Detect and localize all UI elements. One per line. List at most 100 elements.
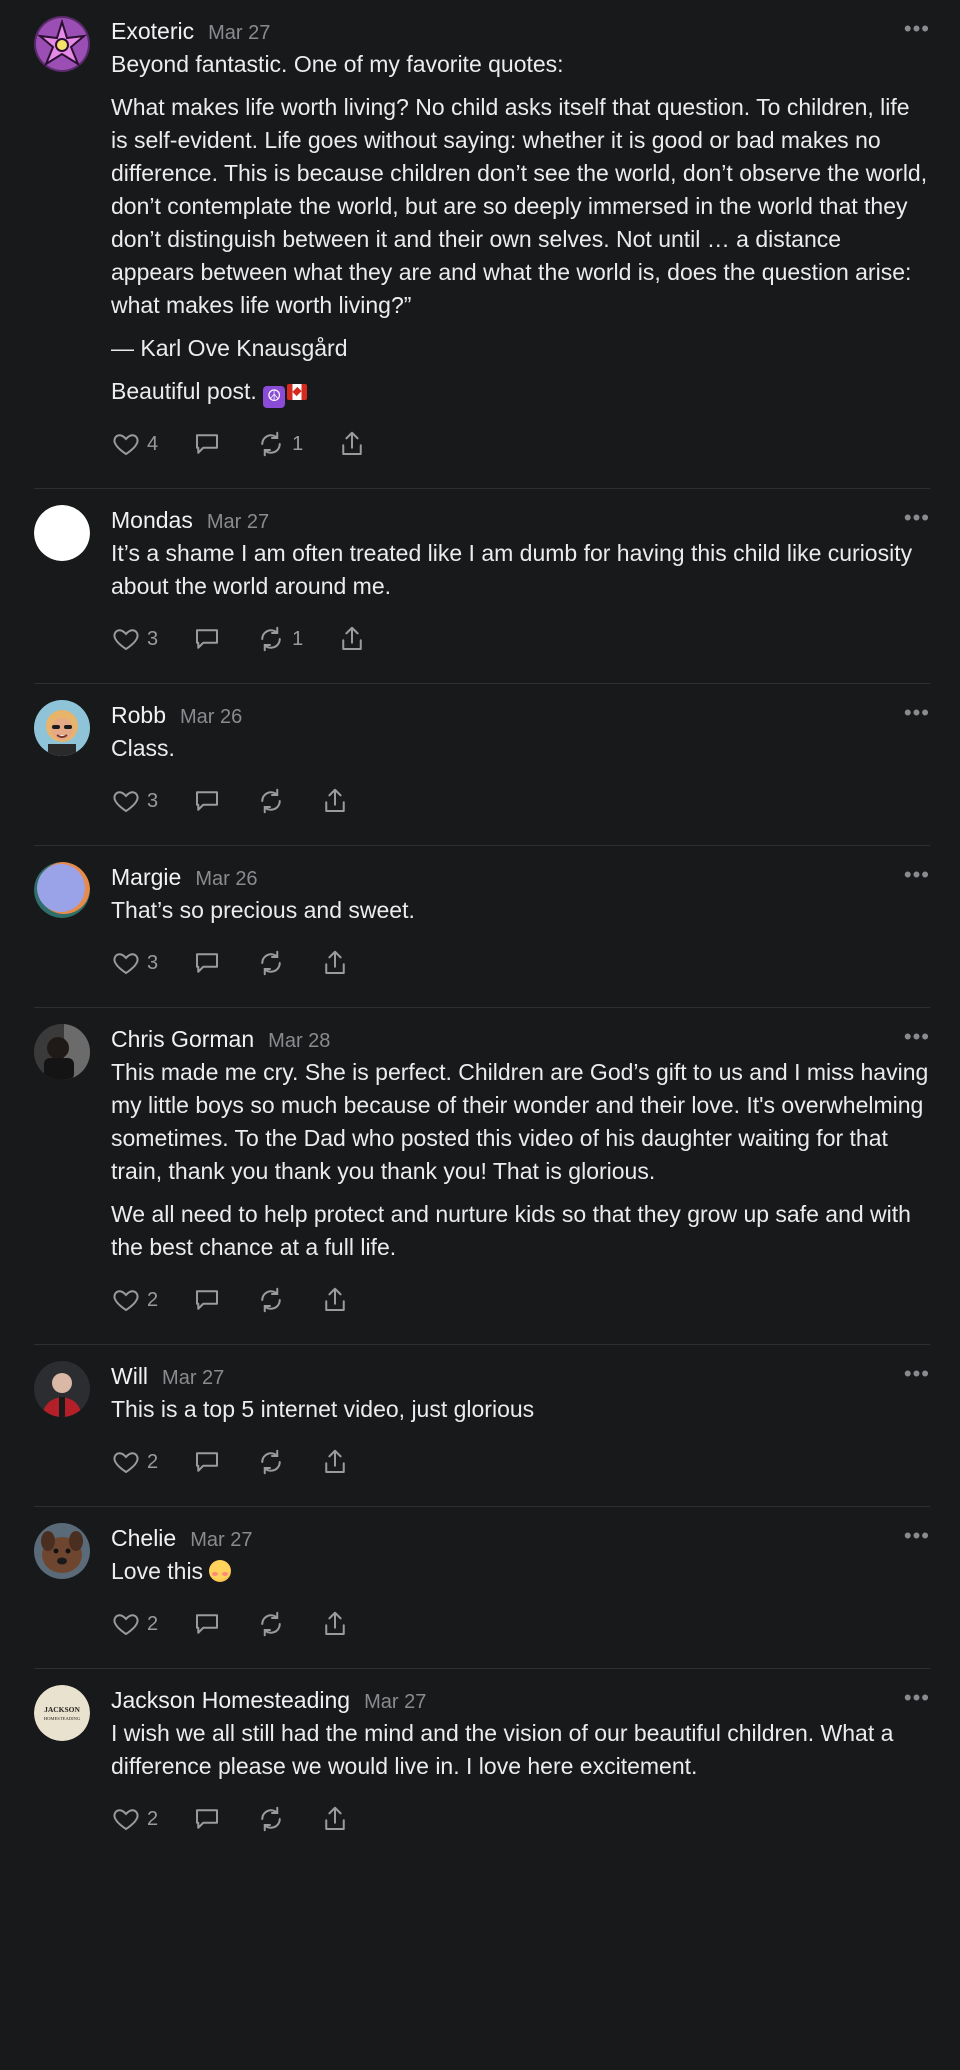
- smiling-hearts-emoji-icon: [209, 1560, 232, 1582]
- share-icon: [325, 788, 345, 812]
- like-count: 3: [147, 789, 159, 812]
- avatar[interactable]: [34, 16, 90, 72]
- share-icon: [325, 1611, 345, 1635]
- more-options-button[interactable]: •••: [904, 1523, 930, 1553]
- comment-date[interactable]: Mar 27: [364, 1687, 426, 1717]
- more-options-button[interactable]: •••: [904, 1685, 930, 1715]
- comment: ••• Chris Gorman Mar 28 This made me cry…: [34, 1008, 930, 1345]
- reply-button[interactable]: [192, 429, 222, 459]
- comment-date[interactable]: Mar 27: [207, 507, 269, 537]
- comments-feed: ••• Exoteric Mar 27 Beyond fantastic. On…: [0, 0, 960, 1863]
- pink-star-avatar-icon: [34, 16, 90, 72]
- avatar[interactable]: JACKSON HOMESTEADING: [34, 1685, 90, 1741]
- comment-date[interactable]: Mar 26: [195, 864, 257, 894]
- restack-button[interactable]: [256, 948, 286, 978]
- more-options-button[interactable]: •••: [904, 700, 930, 730]
- more-options-button[interactable]: •••: [904, 505, 930, 535]
- share-icon: [342, 431, 362, 455]
- like-button[interactable]: 2: [111, 1609, 158, 1639]
- like-button[interactable]: 2: [111, 1447, 158, 1477]
- svg-text:HOMESTEADING: HOMESTEADING: [44, 1716, 81, 1721]
- comment: JACKSON HOMESTEADING ••• Jackson Homeste…: [34, 1669, 930, 1863]
- more-options-button[interactable]: •••: [904, 862, 930, 892]
- restack-button[interactable]: [256, 1804, 286, 1834]
- comment: ••• Chelie Mar 27 Love this 2: [34, 1507, 930, 1669]
- restack-button[interactable]: [256, 1447, 286, 1477]
- share-icon: [325, 1806, 345, 1830]
- like-button[interactable]: 2: [111, 1285, 158, 1315]
- comment-bubble-icon: [196, 434, 219, 454]
- more-options-button[interactable]: •••: [904, 16, 930, 46]
- share-button[interactable]: [320, 786, 350, 816]
- share-icon: [325, 950, 345, 974]
- comment-text: Beyond fantastic. One of my favorite quo…: [111, 51, 564, 77]
- share-button[interactable]: [337, 624, 367, 654]
- restack-button[interactable]: [256, 1285, 286, 1315]
- comment-actions: 2: [111, 1799, 930, 1839]
- like-button[interactable]: 3: [111, 786, 158, 816]
- comment-text: Love this: [111, 1555, 930, 1588]
- reply-button[interactable]: [192, 1447, 222, 1477]
- comment: ••• Margie Mar 26 That’s so precious and…: [34, 846, 930, 1008]
- heart-icon: [113, 629, 139, 651]
- share-button[interactable]: [337, 429, 367, 459]
- comment-text: We all need to help protect and nurture …: [111, 1201, 911, 1260]
- more-options-button[interactable]: •••: [904, 1361, 930, 1391]
- avatar[interactable]: [34, 1361, 90, 1417]
- restack-count: 1: [292, 627, 304, 650]
- share-button[interactable]: [320, 1447, 350, 1477]
- reply-button[interactable]: [192, 1285, 222, 1315]
- share-button[interactable]: [320, 1609, 350, 1639]
- jackson-homesteading-logo-icon: JACKSON HOMESTEADING: [34, 1685, 90, 1741]
- reply-button[interactable]: [192, 786, 222, 816]
- author-name[interactable]: Chelie: [111, 1523, 176, 1553]
- comment-text: This made me cry. She is perfect. Childr…: [111, 1059, 929, 1184]
- heart-icon: [113, 1452, 139, 1474]
- comment-actions: 2: [111, 1604, 930, 1644]
- reply-button[interactable]: [192, 1804, 222, 1834]
- comment-bubble-icon: [196, 953, 219, 973]
- like-button[interactable]: 3: [111, 624, 158, 654]
- comment-actions: 2: [111, 1442, 930, 1482]
- comment-date[interactable]: Mar 27: [162, 1363, 224, 1393]
- comment-date[interactable]: Mar 27: [208, 18, 270, 48]
- like-count: 4: [147, 432, 159, 455]
- more-options-button[interactable]: •••: [904, 1024, 930, 1054]
- restack-button[interactable]: 1: [256, 624, 303, 654]
- comment-date[interactable]: Mar 28: [268, 1026, 330, 1056]
- comment-date[interactable]: Mar 27: [190, 1525, 252, 1555]
- gradient-blob-avatar-icon: [34, 862, 90, 918]
- comment: ••• Exoteric Mar 27 Beyond fantastic. On…: [34, 0, 930, 489]
- restack-button[interactable]: [256, 786, 286, 816]
- author-name[interactable]: Mondas: [111, 505, 193, 535]
- like-button[interactable]: 2: [111, 1804, 158, 1834]
- comment: ••• Robb Mar 26 Class. 3: [34, 684, 930, 846]
- comment-actions: 3 1: [111, 619, 930, 659]
- avatar[interactable]: [34, 862, 90, 918]
- reply-button[interactable]: [192, 1609, 222, 1639]
- share-icon: [325, 1287, 345, 1311]
- restack-button[interactable]: [256, 1609, 286, 1639]
- author-name[interactable]: Margie: [111, 862, 181, 892]
- like-button[interactable]: 4: [111, 429, 158, 459]
- reply-button[interactable]: [192, 624, 222, 654]
- restack-icon: [261, 950, 281, 976]
- share-icon: [342, 626, 362, 650]
- canada-flag-icon: [287, 384, 308, 400]
- share-button[interactable]: [320, 1285, 350, 1315]
- avatar[interactable]: [34, 700, 90, 756]
- reply-button[interactable]: [192, 948, 222, 978]
- share-button[interactable]: [320, 948, 350, 978]
- author-name[interactable]: Exoteric: [111, 16, 194, 46]
- avatar[interactable]: [34, 1523, 90, 1579]
- avatar[interactable]: [34, 1024, 90, 1080]
- author-name[interactable]: Robb: [111, 700, 166, 730]
- like-button[interactable]: 3: [111, 948, 158, 978]
- author-name[interactable]: Jackson Homesteading: [111, 1685, 350, 1715]
- author-name[interactable]: Chris Gorman: [111, 1024, 254, 1054]
- share-button[interactable]: [320, 1804, 350, 1834]
- comment-date[interactable]: Mar 26: [180, 702, 242, 732]
- restack-button[interactable]: 1: [256, 429, 303, 459]
- avatar[interactable]: [34, 505, 90, 561]
- author-name[interactable]: Will: [111, 1361, 148, 1391]
